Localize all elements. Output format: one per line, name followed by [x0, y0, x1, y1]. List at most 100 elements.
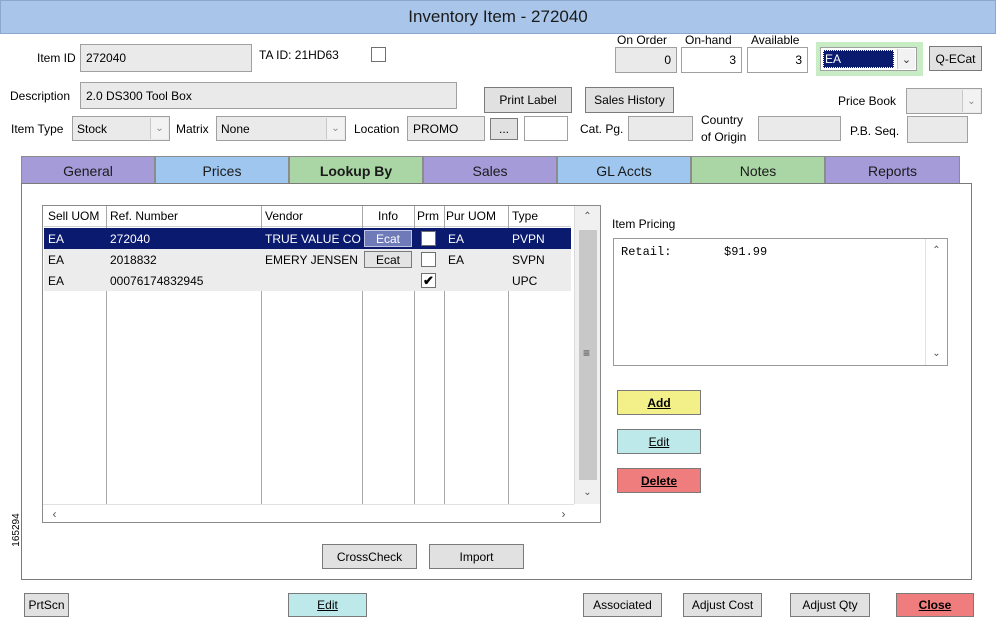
cell-ref-number: 272040: [110, 231, 151, 246]
tab-gl-accts[interactable]: GL Accts: [557, 156, 691, 184]
matrix-value: None: [221, 121, 250, 136]
cell-vendor: TRUE VALUE CO: [265, 231, 361, 246]
on-hand-label: On-hand: [685, 33, 732, 47]
lookup-grid: Sell UOM Ref. Number Vendor Info Prm Pur…: [42, 205, 601, 523]
cell-sell-uom: EA: [48, 273, 65, 288]
pricing-scrollbar[interactable]: ⌃ ⌄: [925, 239, 947, 365]
tab-notes[interactable]: Notes: [691, 156, 825, 184]
cell-type: UPC: [512, 273, 538, 288]
edit-pricing-button[interactable]: Edit: [617, 429, 701, 454]
on-hand-field: 3: [681, 47, 742, 73]
chevron-down-icon[interactable]: ⌄: [326, 118, 344, 139]
table-row[interactable]: EA 2018832 EMERY JENSEN Ecat EA SVPN: [44, 249, 571, 270]
print-label-button[interactable]: Print Label: [484, 87, 572, 113]
chevron-down-icon[interactable]: ⌄: [962, 90, 980, 112]
col-header-type[interactable]: Type: [508, 206, 571, 227]
tab-reports[interactable]: Reports: [825, 156, 960, 184]
cell-pur-uom: EA: [448, 231, 465, 246]
uom-select-value: EA: [825, 52, 842, 66]
edit-button[interactable]: Edit: [288, 593, 367, 617]
cell-type: SVPN: [512, 252, 545, 267]
cat-pg-field[interactable]: [628, 116, 693, 141]
scroll-down-icon[interactable]: ⌄: [579, 484, 596, 501]
tab-label: Notes: [739, 162, 777, 179]
tab-sales[interactable]: Sales: [423, 156, 557, 184]
col-header-ref-number[interactable]: Ref. Number: [106, 206, 261, 227]
ecat-button[interactable]: Ecat: [364, 230, 412, 247]
cell-pur-uom: [444, 270, 508, 291]
ecat-button[interactable]: Ecat: [364, 251, 412, 268]
add-button-text: Add: [647, 395, 671, 410]
item-type-label: Item Type: [11, 122, 64, 136]
scroll-up-icon[interactable]: ⌃: [928, 242, 945, 259]
col-header-sell-uom[interactable]: Sell UOM: [44, 206, 106, 227]
prm-checkbox[interactable]: ✔: [421, 273, 436, 288]
location-extra-field[interactable]: [524, 116, 568, 141]
tab-label: GL Accts: [596, 162, 652, 179]
description-label: Description: [10, 89, 71, 103]
item-type-select[interactable]: Stock ⌄: [72, 116, 170, 141]
pb-seq-field[interactable]: [907, 116, 968, 143]
chevron-down-icon[interactable]: ⌄: [897, 49, 915, 69]
col-header-info[interactable]: Info: [362, 206, 414, 227]
col-header-prm[interactable]: Prm: [414, 206, 444, 227]
tab-label: Sales: [472, 162, 508, 179]
on-order-field: 0: [615, 47, 677, 73]
import-button[interactable]: Import: [429, 544, 524, 569]
tab-prices[interactable]: Prices: [155, 156, 289, 184]
available-field: 3: [747, 47, 808, 73]
location-browse-button[interactable]: ...: [490, 118, 518, 140]
country-label-line2: of Origin: [701, 130, 747, 144]
delete-button[interactable]: Delete: [617, 468, 701, 493]
retail-value: $91.99: [724, 245, 768, 259]
col-header-pur-uom[interactable]: Pur UOM: [444, 206, 508, 227]
cell-ref-number: 00076174832945: [110, 273, 204, 288]
associated-button[interactable]: Associated: [583, 593, 662, 617]
grid-horizontal-scrollbar[interactable]: ‹ ›: [43, 504, 574, 522]
table-row[interactable]: EA 272040 TRUE VALUE CO Ecat EA PVPN: [44, 228, 571, 249]
prtscn-button[interactable]: PrtScn: [24, 593, 69, 617]
country-field[interactable]: [758, 116, 841, 141]
location-field[interactable]: PROMO: [407, 116, 485, 141]
qecat-button[interactable]: Q-ECat: [929, 46, 982, 71]
item-id-label: Item ID: [37, 51, 76, 65]
crosscheck-button[interactable]: CrossCheck: [322, 544, 417, 569]
prm-checkbox[interactable]: [421, 252, 436, 267]
adjust-cost-button[interactable]: Adjust Cost: [683, 593, 762, 617]
sales-history-button[interactable]: Sales History: [585, 87, 674, 113]
edit-button-text: Edit: [317, 598, 338, 612]
item-id-field[interactable]: 272040: [80, 44, 252, 72]
cell-pur-uom: EA: [448, 252, 465, 267]
add-button[interactable]: Add: [617, 390, 701, 415]
uom-select[interactable]: EA ⌄: [820, 47, 917, 71]
price-book-select[interactable]: ⌄: [906, 88, 982, 114]
scroll-left-icon[interactable]: ‹: [46, 505, 63, 522]
item-pricing-box: Retail: $91.99 ⌃ ⌄: [613, 238, 948, 366]
tab-lookup-by[interactable]: Lookup By: [289, 156, 423, 184]
grip-icon: ≡: [583, 346, 591, 360]
ta-id-checkbox[interactable]: [371, 47, 386, 62]
price-book-label: Price Book: [838, 94, 897, 108]
scroll-down-icon[interactable]: ⌄: [928, 345, 945, 362]
cat-pg-label: Cat. Pg.: [580, 122, 624, 136]
cell-ref-number: 2018832: [110, 252, 157, 267]
table-row[interactable]: EA 00076174832945 ✔ UPC: [44, 270, 571, 291]
on-order-label: On Order: [617, 33, 668, 47]
chevron-down-icon[interactable]: ⌄: [150, 118, 168, 139]
tab-general[interactable]: General: [21, 156, 155, 184]
country-label-line1: Country: [701, 113, 744, 127]
tab-label: Lookup By: [319, 162, 393, 179]
description-field[interactable]: 2.0 DS300 Tool Box: [80, 82, 457, 109]
matrix-select[interactable]: None ⌄: [216, 116, 346, 141]
grid-vertical-scrollbar[interactable]: ⌃ ≡ ⌄: [574, 206, 600, 504]
cell-vendor: EMERY JENSEN: [265, 252, 358, 267]
scroll-right-icon[interactable]: ›: [555, 505, 572, 522]
adjust-qty-button[interactable]: Adjust Qty: [790, 593, 870, 617]
print-label-button-text: Print Label: [499, 93, 557, 107]
sales-history-button-text: Sales History: [594, 93, 665, 107]
close-button[interactable]: Close: [896, 593, 974, 617]
col-header-vendor[interactable]: Vendor: [261, 206, 362, 227]
prm-checkbox[interactable]: [421, 231, 436, 246]
available-label: Available: [751, 33, 800, 47]
scroll-up-icon[interactable]: ⌃: [579, 208, 596, 225]
